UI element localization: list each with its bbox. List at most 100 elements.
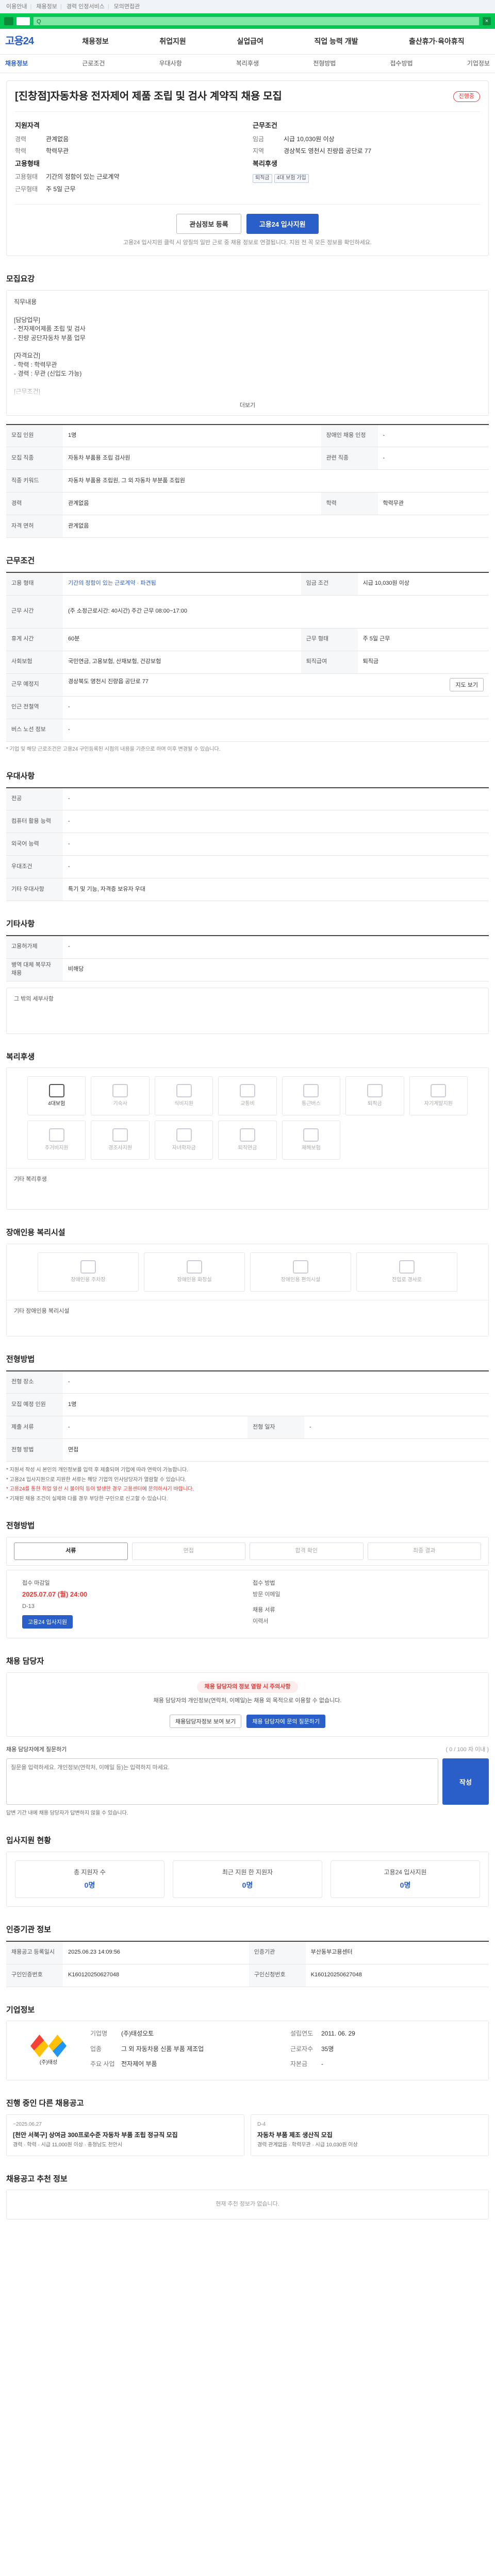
selection-table: 전형 장소 - 모집 예정 인원 1명 제출 서류 - 전형 일자 - 전형 방법 면접 [6, 1370, 489, 1462]
td: 2025.06.23 14:09:56 [63, 1941, 249, 1964]
kv-key: 주요 사업 [90, 2060, 115, 2068]
gnb-item[interactable]: 직업 능력 개발 [314, 36, 358, 46]
step-final[interactable]: 최종 결과 [367, 1543, 481, 1561]
kv-value: 관계없음 [46, 135, 69, 143]
more-button[interactable]: 더보기 [7, 399, 488, 415]
tab-apply[interactable]: 접수방법 [390, 59, 412, 68]
td: 자동차 부품용 조립 검사원 [63, 447, 321, 470]
th: 버스 노선 정보 [6, 719, 63, 742]
welfare-badge: 퇴직금 [253, 174, 272, 183]
tab-selection[interactable]: 전형방법 [313, 59, 336, 68]
kv-key: 지역 [253, 147, 265, 155]
gnb-item[interactable]: 실업급여 [237, 36, 263, 46]
td: - [63, 810, 489, 834]
summary-heading: 고용형태 [15, 159, 40, 167]
kv-value: 2011. 06. 29 [321, 2030, 355, 2038]
step-docs[interactable]: 서류 [14, 1543, 128, 1561]
apply-button-2[interactable]: 고용24 입사지원 [22, 1615, 73, 1629]
tab-preference[interactable]: 우대사항 [159, 59, 182, 68]
topbar-item[interactable]: 채용정보 [36, 4, 57, 10]
site-logo[interactable]: 고용24 [5, 34, 57, 49]
td: (주 소정근로시간: 40시간) 주간 근무 08:00~17:00 [63, 595, 489, 629]
benefit-label: 자기계발지원 [424, 1101, 453, 1107]
benefit-icon [80, 1260, 96, 1274]
show-manager-button[interactable]: 채용담당자정보 보여 보기 [169, 1715, 242, 1728]
step-interview[interactable]: 면접 [131, 1543, 245, 1561]
benefit-item: 재해보험 [282, 1121, 341, 1160]
step-check[interactable]: 합격 확인 [250, 1543, 364, 1561]
td: K160120250627048 [305, 1964, 489, 1987]
search-icon[interactable] [16, 17, 30, 25]
benefit-item: 장애인용 편의시설 [250, 1252, 351, 1292]
ask-manager-button[interactable]: 채용 담당자에 문의 질문하기 [246, 1715, 326, 1728]
card-meta: 경력 · 학력 · 시급 11,000원 이상 · 충청남도 천안시 [13, 2142, 123, 2148]
gnb-item[interactable]: 취업지원 [159, 36, 186, 46]
section-title: 전형방법 [6, 1521, 35, 1531]
job-title: [진창점]자동차용 전자제어 제품 조립 및 검사 계약직 채용 모집 [15, 91, 282, 102]
summary-heading: 복리후생 [253, 159, 277, 167]
search-input[interactable]: Q [33, 16, 480, 26]
job-card[interactable]: ~2025.06.27 [천안 서북구] 상여금 300프로수준 자동차 부품 조… [6, 2114, 244, 2156]
scrap-button[interactable]: 관심정보 등록 [176, 214, 241, 234]
td: 자동차 부품용 조립원, 그 외 자동차 부분품 조립원 [63, 469, 489, 493]
disability-extra: 기타 장애인용 복리시설 [7, 1300, 488, 1336]
section-title: 모집요강 [6, 275, 35, 284]
preference-table: 전공 - 컴퓨터 활용 능력 - 외국어 능력 - 우대조건 - 기타 우대사항 특기 및… [6, 787, 489, 902]
th: 구인인증번호 [6, 1964, 63, 1987]
td: 관계없음 [63, 515, 489, 538]
topbar-item[interactable]: 모의면접관 [114, 4, 140, 10]
benefit-item: 경조사지원 [91, 1121, 150, 1160]
th: 휴게 시간 [6, 628, 63, 651]
th: 구인신청번호 [249, 1964, 306, 1987]
th: 관련 직종 [321, 447, 378, 470]
kv-value: 전자제어 부품 [121, 2060, 157, 2068]
benefit-label: 교통비 [240, 1101, 255, 1107]
gnb-item[interactable]: 채용정보 [82, 36, 109, 46]
benefit-icon [187, 1260, 202, 1274]
section-title: 장애인용 복리시설 [6, 1228, 65, 1238]
label: 접수 방법 [253, 1580, 275, 1587]
kv-value: 주 5일 근무 [46, 185, 76, 193]
td: 관계없음 [63, 492, 321, 516]
topbar-item[interactable]: 경력 인정서비스 [67, 4, 105, 10]
close-icon[interactable]: × [483, 17, 491, 25]
section-tabs: 채용정보 근로조건 우대사항 복리후생 전형방법 접수방법 기업정보 [0, 55, 495, 73]
question-submit-button[interactable]: 작성 [442, 1758, 489, 1805]
tab-conditions[interactable]: 근로조건 [82, 59, 105, 68]
th: 퇴직급여 [301, 651, 358, 674]
benefit-item: 장애인용 화장실 [144, 1252, 245, 1292]
topbar-item[interactable]: 이용안내 [6, 4, 27, 10]
benefit-label: 진입로 경사로 [392, 1277, 422, 1283]
map-button[interactable]: 지도 보기 [450, 678, 484, 692]
other-detail: 그 밖의 세부사항 [6, 987, 489, 1034]
d-day: D-13 [22, 1603, 35, 1609]
kv-key: 경력 [15, 135, 27, 143]
apply-button[interactable]: 고용24 입사지원 [246, 214, 319, 234]
td: 60분 [63, 628, 301, 651]
job-summary-card: [진창점]자동차용 전자제어 제품 조립 및 검사 계약직 채용 모집 진행중 … [6, 80, 489, 257]
card-title: [천안 서북구] 상여금 300프로수준 자동차 부품 조립 정규직 모집 [13, 2131, 178, 2139]
th: 우대조건 [6, 855, 63, 879]
menu-icon[interactable] [4, 17, 13, 25]
th: 전공 [6, 787, 63, 811]
tab-welfare[interactable]: 복리후생 [236, 59, 259, 68]
th: 병역 대체 복무자 채용 [6, 958, 63, 981]
tab-recruit[interactable]: 채용정보 [5, 59, 28, 68]
section-title: 입사지원 현황 [6, 1836, 51, 1845]
status-badge: 진행중 [453, 91, 480, 103]
td: - [63, 833, 489, 856]
section-title: 근무조건 [6, 556, 35, 566]
gnb-item[interactable]: 출산휴가·육아휴직 [409, 36, 465, 46]
td: - [63, 719, 489, 742]
stat-value: 0명 [400, 1880, 411, 1889]
td: - [377, 424, 489, 448]
benefit-item: 자기계발지원 [409, 1076, 468, 1116]
benefit-label: 퇴직금 [368, 1101, 382, 1107]
benefit-icon [239, 1128, 255, 1142]
job-card[interactable]: D-4 자동차 부품 제조 생산직 모집 경력 관계없음 · 학력무관 · 시급 1… [251, 2114, 489, 2156]
company-box: (주)태성 기업명 (주)태성오토 설립연도 2011. 06. 29 업종 그 외 … [6, 2021, 489, 2081]
recruit-table: 모집 인원 1명 장애인 채용 인정 - 모집 직종 자동차 부품용 조립 검사원 관련 … [6, 423, 489, 538]
kv-value: 35명 [321, 2045, 334, 2053]
tab-company[interactable]: 기업정보 [467, 59, 490, 68]
question-input[interactable] [6, 1758, 438, 1805]
